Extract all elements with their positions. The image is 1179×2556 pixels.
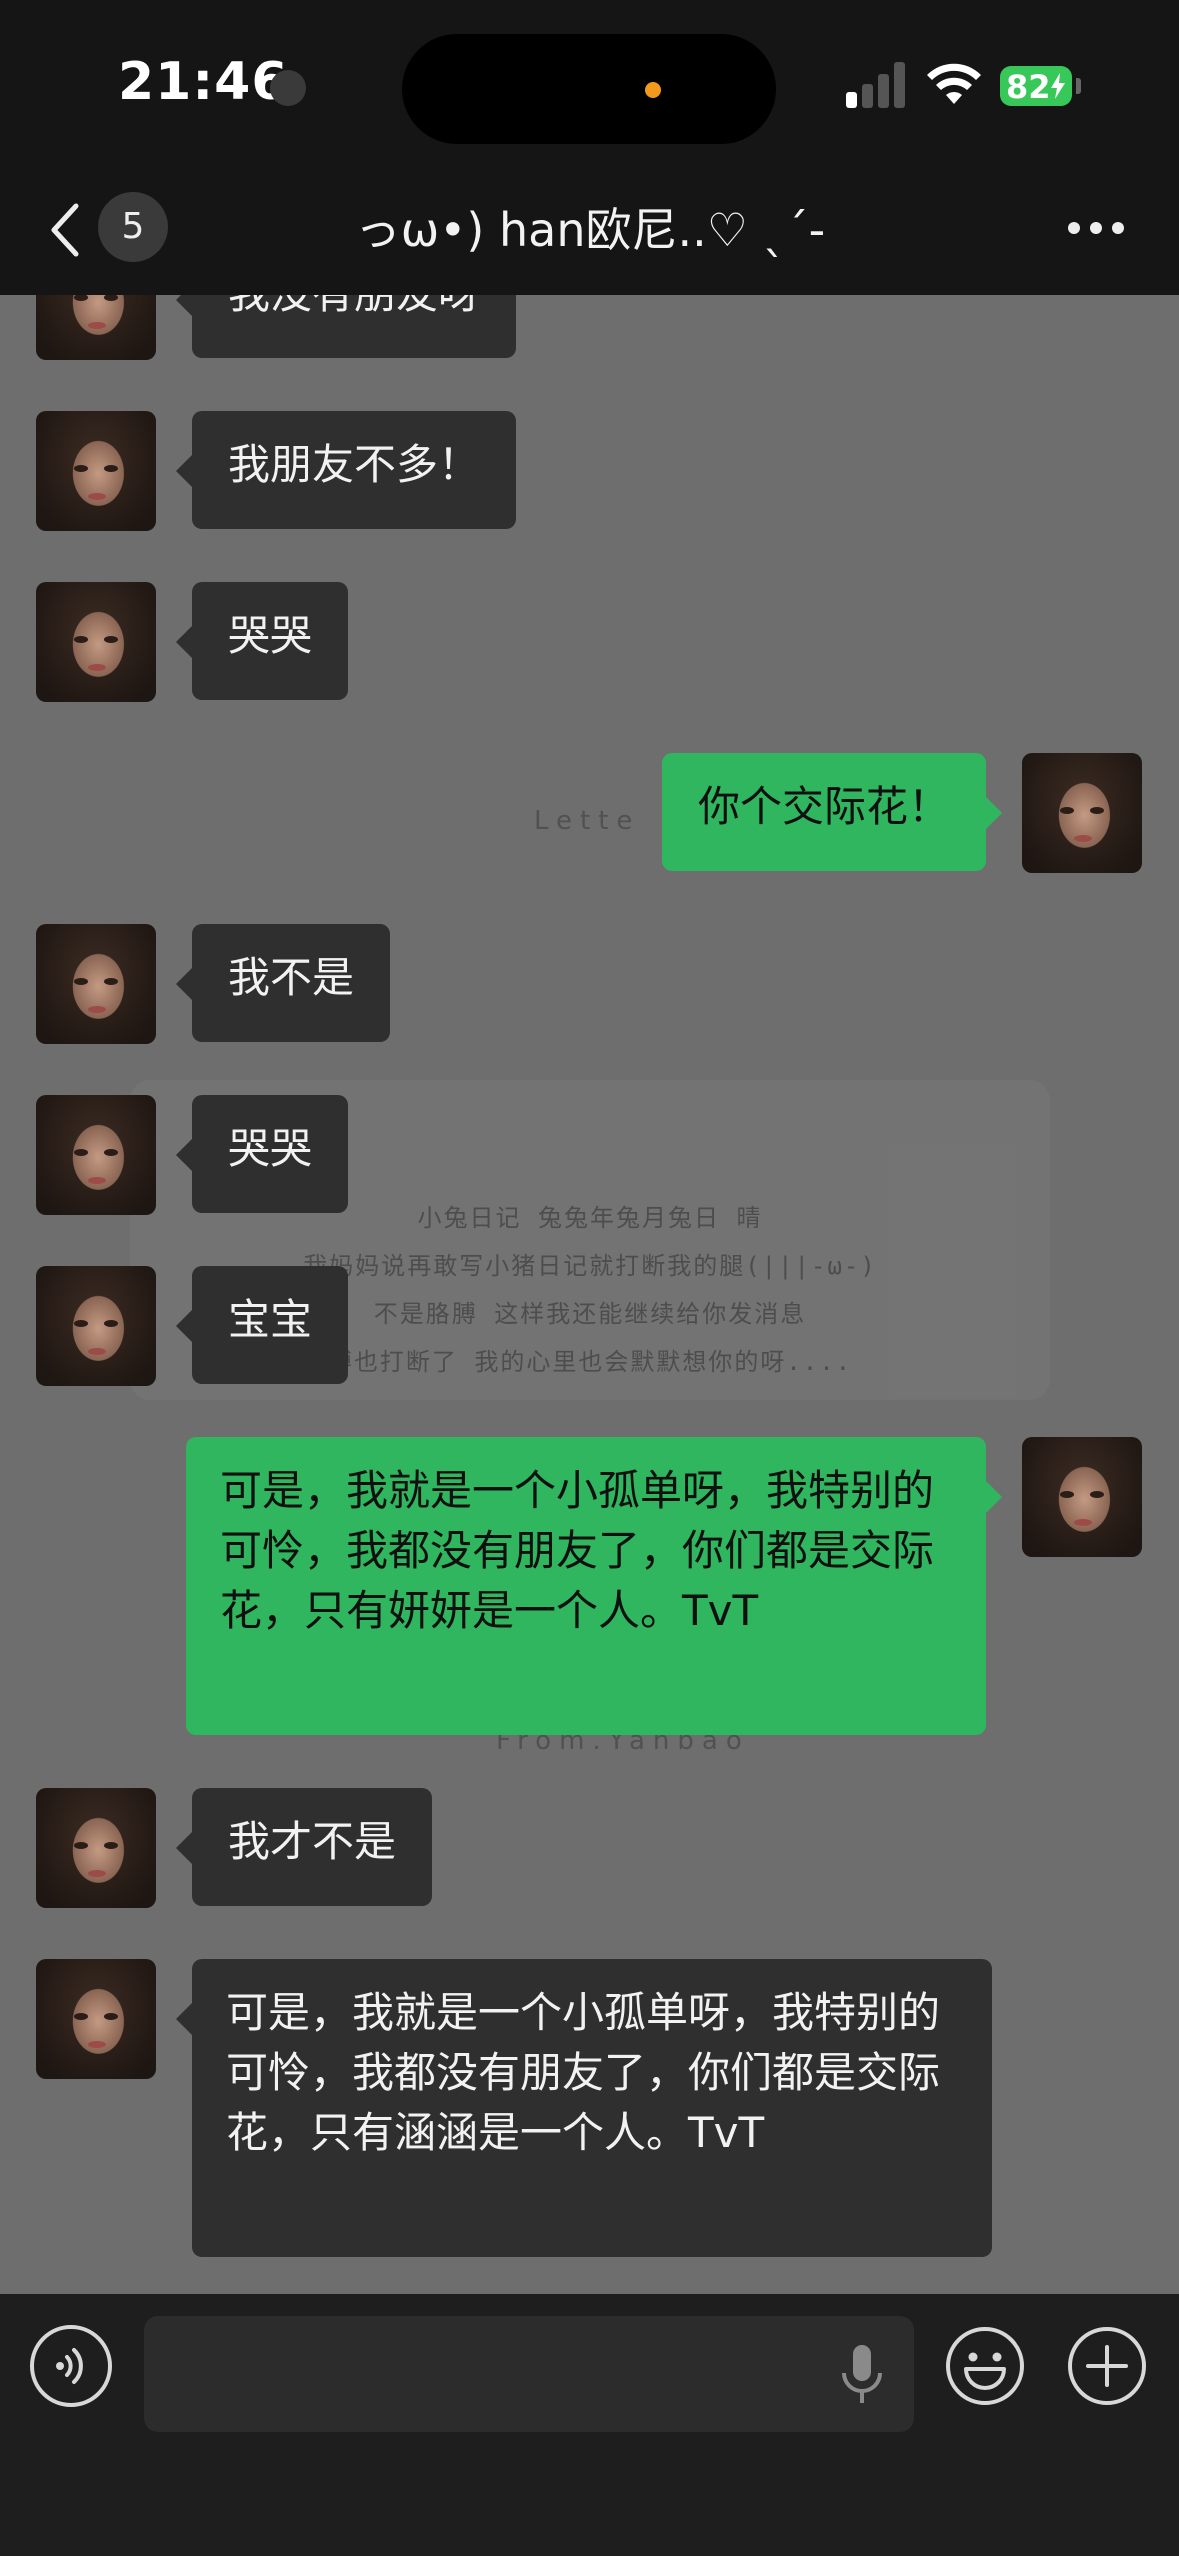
voice-wave-icon: [56, 2348, 83, 2384]
self-avatar[interactable]: [1022, 753, 1142, 873]
battery-icon: 82: [1000, 66, 1072, 106]
emoji-icon[interactable]: [944, 2325, 1026, 2407]
chat-title[interactable]: っω•) han欧尼..♡ ˎ´-: [200, 194, 980, 260]
contact-avatar[interactable]: [36, 295, 156, 360]
dynamic-island: [402, 34, 776, 144]
outgoing-message-bubble[interactable]: 可是，我就是一个小孤单呀，我特别的可怜，我都没有朋友了，你们都是交际花，只有妍妍…: [186, 1437, 1002, 1735]
message-text: 我不是: [228, 953, 355, 1002]
contact-avatar[interactable]: [36, 582, 156, 702]
incoming-message-bubble[interactable]: 哭哭: [175, 582, 349, 700]
incoming-message-bubble[interactable]: 我不是: [175, 924, 391, 1042]
message-text: 可是，我就是一个小孤单呀，我特别的可怜，我都没有朋友了，你们都是交际花，只有妍妍…: [220, 1466, 935, 1635]
wifi-icon: [927, 63, 981, 104]
message-list[interactable]: Lette 小兔日记 兔兔年兔月兔日 晴 我妈妈说再敢写小猪日记就打断我的腿(|…: [0, 295, 1179, 2294]
contact-avatar[interactable]: [36, 1788, 156, 1908]
battery-level: 82: [1006, 68, 1051, 106]
incoming-message-bubble[interactable]: 宝宝: [175, 1266, 349, 1384]
message-input[interactable]: [144, 2316, 914, 2432]
message-text: 我朋友不多！: [228, 440, 481, 489]
message-text: 我没有朋友呀: [228, 295, 480, 318]
status-blur-dot: [270, 70, 306, 106]
self-avatar[interactable]: [1022, 1437, 1142, 1557]
more-options-icon[interactable]: [1068, 218, 1124, 238]
voice-mode-button[interactable]: [30, 2325, 112, 2407]
unread-count-badge[interactable]: 5: [98, 192, 168, 262]
incoming-message-bubble[interactable]: 可是，我就是一个小孤单呀，我特别的可怜，我都没有朋友了，你们都是交际花，只有涵涵…: [176, 1959, 992, 2257]
incoming-message-bubble[interactable]: 我朋友不多！: [175, 411, 517, 529]
more-actions-plus-icon[interactable]: [1066, 2325, 1148, 2407]
cellular-signal-icon: [846, 62, 906, 108]
message-text: 你个交际花！: [697, 782, 950, 831]
message-text: 哭哭: [228, 611, 313, 660]
contact-avatar[interactable]: [36, 1266, 156, 1386]
contact-avatar[interactable]: [36, 924, 156, 1044]
contact-avatar[interactable]: [36, 411, 156, 531]
microphone-icon[interactable]: [834, 2343, 890, 2407]
message-text: 宝宝: [228, 1295, 313, 1344]
battery-cap: [1076, 78, 1081, 94]
incoming-message-bubble[interactable]: 我才不是: [175, 1788, 433, 1906]
message-text: 我才不是: [228, 1817, 397, 1866]
privacy-indicator-dot: [645, 82, 661, 98]
charging-bolt-icon: [1051, 73, 1065, 99]
incoming-message-bubble[interactable]: 哭哭: [175, 1095, 349, 1213]
message-text: 可是，我就是一个小孤单呀，我特别的可怜，我都没有朋友了，你们都是交际花，只有涵涵…: [226, 1988, 941, 2157]
back-chevron-icon[interactable]: [44, 200, 88, 260]
contact-avatar[interactable]: [36, 1095, 156, 1215]
contact-avatar[interactable]: [36, 1959, 156, 2079]
incoming-message-bubble[interactable]: 我没有朋友呀: [175, 295, 517, 358]
background-letter-word: Lette: [534, 806, 641, 836]
status-time: 21:46: [118, 52, 289, 112]
outgoing-message-bubble[interactable]: 你个交际花！: [661, 753, 1003, 871]
message-text: 哭哭: [228, 1124, 313, 1173]
